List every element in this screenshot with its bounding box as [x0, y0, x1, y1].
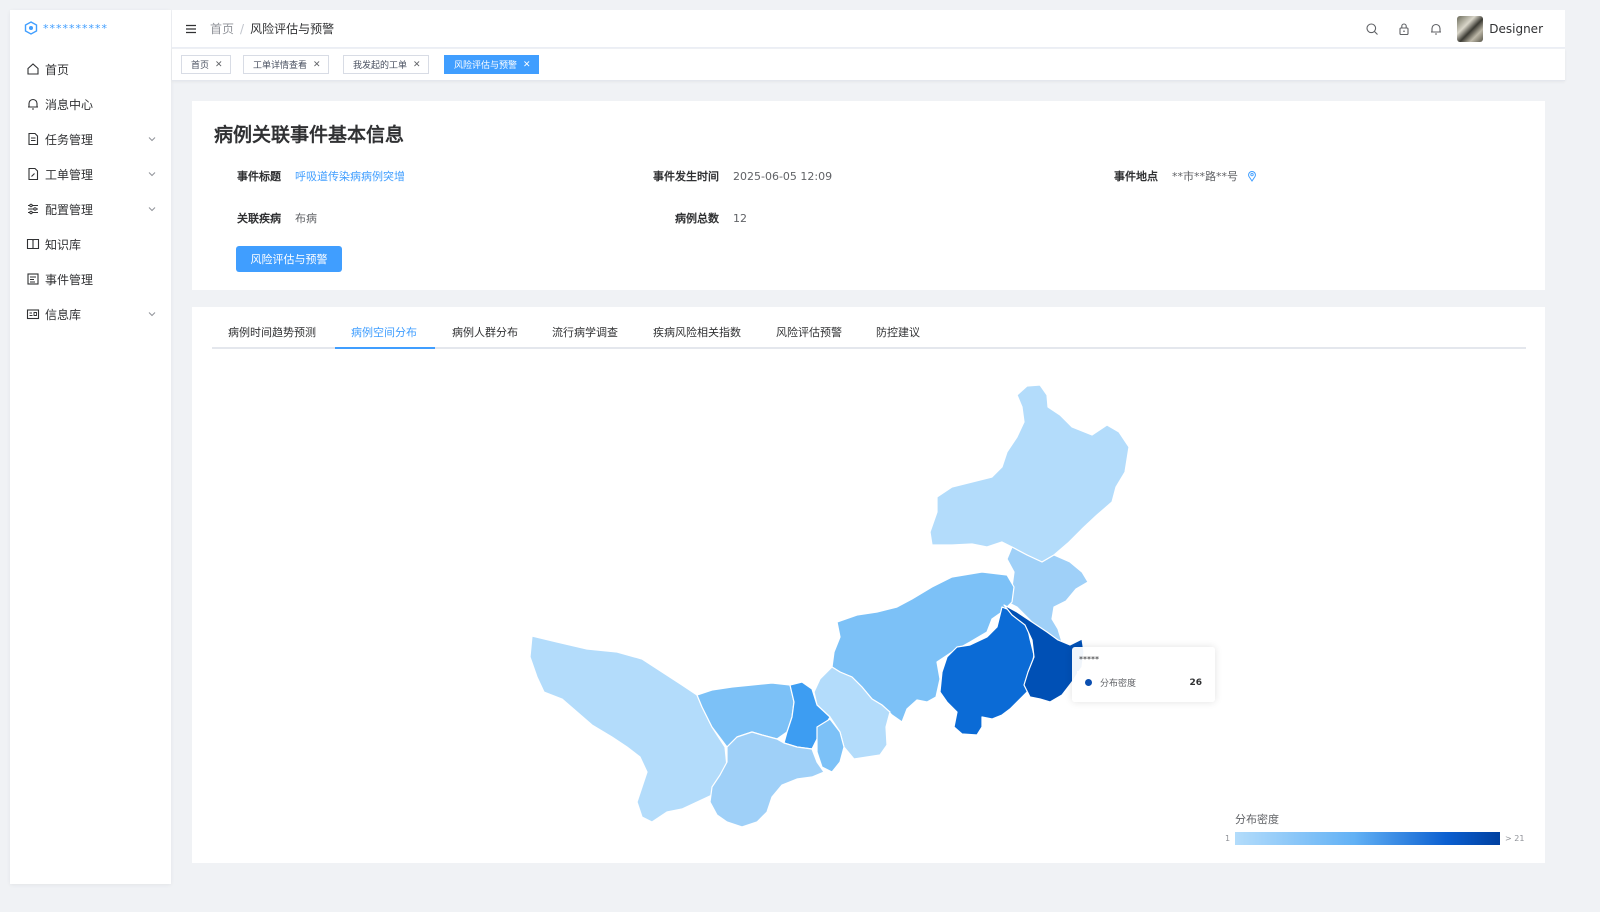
- sidebar-item-label: 事件管理: [45, 272, 94, 287]
- sidebar-item-events[interactable]: 事件管理: [10, 264, 171, 294]
- chevron-down-icon: [147, 169, 157, 179]
- close-icon[interactable]: ✕: [215, 60, 223, 70]
- sidebar: ********** 首页 消息中心 任务管理 工单管理 配置管理 知识库 事件…: [10, 10, 171, 884]
- disease-label: 关联疾病: [237, 212, 281, 225]
- search-icon[interactable]: [1365, 22, 1379, 36]
- id-card-icon: [26, 307, 40, 321]
- chevron-down-icon: [147, 134, 157, 144]
- sidebar-item-knowledge[interactable]: 知识库: [10, 229, 171, 259]
- event-location-field: 事件地点 **市**路**号: [1114, 168, 1258, 184]
- close-icon[interactable]: ✕: [313, 60, 321, 70]
- tag-label: 首页: [191, 61, 210, 71]
- document-icon: [26, 132, 40, 146]
- event-title-label: 事件标题: [237, 170, 281, 183]
- sidebar-item-label: 任务管理: [45, 132, 94, 147]
- tags-view-bar: 首页 ✕ 工单详情查看 ✕ 我发起的工单 ✕ 风险评估与预警 ✕: [172, 49, 1565, 81]
- disease-field: 关联疾病 布病: [237, 210, 317, 226]
- username[interactable]: Designer: [1489, 22, 1543, 36]
- sidebar-item-label: 首页: [45, 62, 70, 77]
- event-location-value: **市**路**号: [1172, 170, 1238, 183]
- tooltip-title: *****: [1079, 655, 1099, 664]
- close-icon[interactable]: ✕: [523, 60, 531, 70]
- sidebar-item-infobase[interactable]: 信息库: [10, 299, 171, 329]
- logo-text: **********: [43, 21, 108, 35]
- breadcrumb-home[interactable]: 首页: [210, 20, 234, 37]
- sidebar-item-label: 工单管理: [45, 167, 94, 182]
- case-total-field: 病例总数 12: [675, 210, 747, 226]
- sidebar-item-config[interactable]: 配置管理: [10, 194, 171, 224]
- map-tooltip: ***** 分布密度 26: [1072, 647, 1215, 702]
- event-time-value: 2025-06-05 12:09: [733, 169, 833, 183]
- tooltip-row: 分布密度 26: [1077, 671, 1210, 694]
- tag-home[interactable]: 首页 ✕: [181, 55, 231, 74]
- risk-assessment-button[interactable]: 风险评估与预警: [236, 246, 342, 272]
- event-location-label: 事件地点: [1114, 170, 1158, 183]
- event-info-card: 病例关联事件基本信息 事件标题 呼吸道传染病病例突增 事件发生时间 2025-0…: [192, 101, 1545, 290]
- tag-label: 风险评估与预警: [454, 61, 518, 71]
- sidebar-item-messages[interactable]: 消息中心: [10, 89, 171, 119]
- bell-icon: [26, 97, 40, 111]
- disease-value: 布病: [295, 212, 317, 225]
- avatar[interactable]: [1457, 15, 1484, 42]
- map-region[interactable]: [529, 635, 728, 823]
- tooltip-value: 26: [1189, 677, 1202, 688]
- logo-icon: [24, 21, 38, 35]
- sidebar-menu: 首页 消息中心 任务管理 工单管理 配置管理 知识库 事件管理 信息库: [10, 54, 171, 329]
- legend-color-scale[interactable]: [1235, 832, 1500, 845]
- tag-my-workorders[interactable]: 我发起的工单 ✕: [343, 55, 429, 74]
- sidebar-item-label: 消息中心: [45, 97, 94, 112]
- tag-label: 工单详情查看: [253, 61, 308, 71]
- breadcrumb-separator: /: [240, 21, 245, 36]
- chevron-down-icon: [147, 309, 157, 319]
- sliders-icon: [26, 202, 40, 216]
- hamburger-icon[interactable]: [184, 22, 198, 36]
- legend-title: 分布密度: [1235, 813, 1279, 826]
- case-total-label: 病例总数: [675, 212, 719, 225]
- sidebar-item-home[interactable]: 首页: [10, 54, 171, 84]
- navbar-actions: Designer: [1347, 15, 1565, 42]
- notification-bell-icon[interactable]: [1429, 22, 1443, 36]
- sidebar-item-tasks[interactable]: 任务管理: [10, 124, 171, 154]
- analysis-card: 病例时间趋势预测 病例空间分布 病例人群分布 流行病学调查 疾病风险相关指数 风…: [192, 307, 1545, 863]
- sidebar-item-label: 知识库: [45, 237, 82, 252]
- breadcrumb-current: 风险评估与预警: [250, 22, 335, 36]
- sidebar-item-label: 配置管理: [45, 202, 94, 217]
- book-icon: [26, 237, 40, 251]
- location-pin-icon[interactable]: [1246, 170, 1258, 182]
- calendar-icon: [26, 272, 40, 286]
- choropleth-map[interactable]: [192, 307, 1545, 863]
- event-time-field: 事件发生时间 2025-06-05 12:09: [653, 168, 832, 184]
- event-title-field: 事件标题 呼吸道传染病病例突增: [237, 168, 405, 184]
- lock-icon[interactable]: [1397, 22, 1411, 36]
- edit-document-icon: [26, 167, 40, 181]
- sidebar-item-workorders[interactable]: 工单管理: [10, 159, 171, 189]
- legend-min-label: 1: [1225, 834, 1231, 843]
- sidebar-item-label: 信息库: [45, 307, 82, 322]
- close-icon[interactable]: ✕: [413, 60, 421, 70]
- card-title: 病例关联事件基本信息: [214, 124, 405, 146]
- event-title-link[interactable]: 呼吸道传染病病例突增: [295, 168, 405, 184]
- top-navbar: 首页 / 风险评估与预警 Designer: [172, 10, 1565, 48]
- tag-label: 我发起的工单: [353, 61, 408, 71]
- chevron-down-icon: [147, 204, 157, 214]
- event-time-label: 事件发生时间: [653, 170, 719, 183]
- legend-max-label: > 21: [1505, 834, 1525, 843]
- tooltip-series-label: 分布密度: [1100, 679, 1137, 689]
- tag-risk-assessment[interactable]: 风险评估与预警 ✕: [444, 55, 539, 74]
- home-icon: [26, 62, 40, 76]
- map-region[interactable]: [929, 384, 1130, 563]
- case-total-value: 12: [733, 211, 747, 225]
- app-logo[interactable]: **********: [10, 10, 171, 46]
- tag-workorder-detail[interactable]: 工单详情查看 ✕: [243, 55, 329, 74]
- series-dot-icon: [1085, 679, 1092, 686]
